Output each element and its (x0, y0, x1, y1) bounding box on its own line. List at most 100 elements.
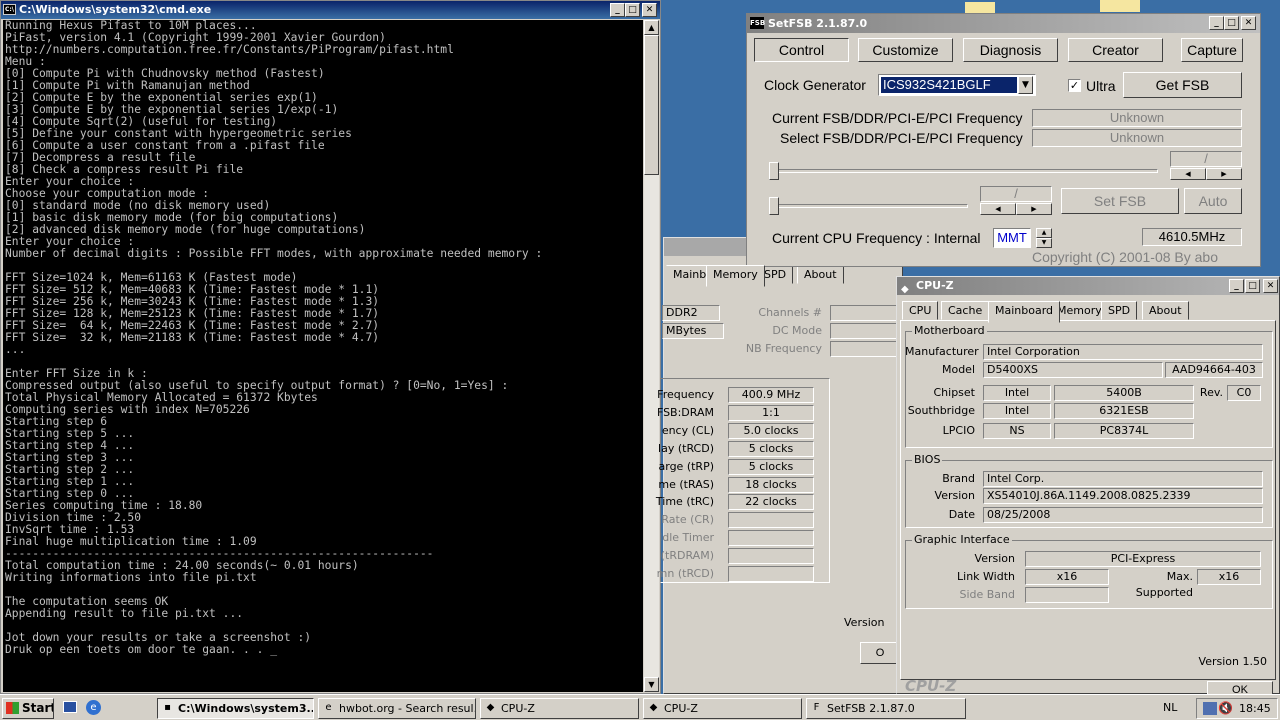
southbridge-vendor-field: Intel (983, 403, 1051, 419)
chipset-field: 5400B (1054, 385, 1194, 401)
set-fsb-button[interactable]: Set FSB (1061, 188, 1179, 214)
tab-about[interactable]: About (1142, 301, 1189, 320)
clock-generator-value: ICS932S421BGLF (881, 77, 1017, 93)
scroll-up-icon[interactable]: ▲ (644, 20, 659, 35)
tab-cache[interactable]: Cache (941, 301, 990, 320)
tab-cpu[interactable]: CPU (902, 301, 939, 320)
chevron-down-icon[interactable]: ▼ (1018, 76, 1033, 94)
cpu-frequency-label: Current CPU Frequency : Internal (772, 230, 981, 246)
fsb-increase-button[interactable]: ▶ (1206, 168, 1242, 180)
timing-value-field (728, 548, 814, 565)
timing-value-field: 18 clocks (728, 476, 814, 493)
mmt-field[interactable]: MMT (993, 228, 1031, 248)
cmd-icon: C:\ (3, 4, 16, 15)
cpuz-window[interactable]: ◆ CPU-Z _ □ ✕ CPU Cache Mainboard Memory… (896, 276, 1280, 699)
model-field: D5400XS (983, 362, 1163, 378)
pci-slider-track[interactable] (773, 204, 968, 208)
taskbar-button-label: hwbot.org - Search resul... (339, 702, 476, 715)
clock-text[interactable]: 18:45 (1239, 701, 1271, 717)
taskbar-button[interactable]: F SetFSB 2.1.87.0 (806, 698, 966, 719)
clock-generator-select[interactable]: ICS932S421BGLF ▼ (878, 74, 1036, 96)
channels-label: Channels # (758, 306, 822, 319)
start-button[interactable]: Start (2, 698, 54, 719)
taskbar: Start e ▪ C:\Windows\system3... e hwbot.org… (0, 694, 1280, 720)
memory-type-field: DDR2 (662, 305, 720, 321)
taskbar-button[interactable]: ◆ CPU-Z (480, 698, 639, 719)
cpuz-title-bar[interactable]: ◆ CPU-Z _ □ ✕ (897, 277, 1279, 295)
close-button[interactable]: ✕ (642, 3, 657, 17)
minimize-button[interactable]: _ (1209, 16, 1224, 30)
cmd-window[interactable]: C:\ C:\Windows\system32\cmd.exe _ □ ✕ Ru… (0, 0, 661, 694)
minimize-button[interactable]: _ (1229, 279, 1244, 293)
graphic-version-label: Version (974, 552, 1015, 565)
browser-quicklaunch-icon[interactable]: e (86, 700, 101, 715)
scroll-thumb[interactable] (644, 35, 659, 175)
timing-label: mn (tRCD) (656, 567, 714, 580)
ultra-label: Ultra (1086, 78, 1116, 94)
maximize-button[interactable]: □ (1224, 16, 1239, 30)
tab-diagnosis[interactable]: Diagnosis (963, 38, 1058, 62)
browser-icon: e (325, 702, 332, 713)
select-frequency-label: Select FSB/DDR/PCI-E/PCI Frequency (780, 130, 1023, 146)
system-tray: 🔇 18:45 (1196, 698, 1278, 719)
show-desktop-icon[interactable] (63, 701, 77, 713)
mmt-down-button[interactable]: ▼ (1036, 238, 1052, 248)
get-fsb-button[interactable]: Get FSB (1123, 72, 1242, 98)
pci-slider-thumb[interactable] (769, 197, 779, 215)
network-icon[interactable] (1203, 702, 1217, 715)
southbridge-label: Southbridge (907, 404, 975, 417)
minimize-button[interactable]: _ (610, 3, 625, 17)
ultra-checkbox[interactable]: ✓ (1068, 79, 1081, 92)
copyright-text: Copyright (C) 2001-08 By abo (1032, 249, 1218, 265)
taskbar-button[interactable]: ◆ CPU-Z (643, 698, 802, 719)
desktop-background-shape (1100, 0, 1140, 12)
timing-label: Rate (CR) (661, 513, 714, 527)
link-width-label: Link Width (957, 570, 1015, 583)
scroll-down-icon[interactable]: ▼ (644, 677, 659, 692)
fsb-slider-thumb[interactable] (769, 162, 779, 180)
cpuz-icon: ◆ (901, 284, 909, 295)
auto-button[interactable]: Auto (1184, 188, 1242, 214)
tab-about[interactable]: About (797, 265, 844, 284)
taskbar-button-label: CPU-Z (501, 702, 535, 715)
tab-control[interactable]: Control (754, 38, 849, 62)
fsb-decrease-button[interactable]: ◀ (1170, 168, 1206, 180)
tab-capture[interactable]: Capture (1181, 38, 1243, 62)
tab-memory[interactable]: Memory (706, 265, 765, 287)
tab-customize[interactable]: Customize (858, 38, 953, 62)
taskbar-button-label: SetFSB 2.1.87.0 (827, 702, 915, 715)
maximize-button[interactable]: □ (625, 3, 640, 17)
bios-date-label: Date (948, 508, 975, 521)
maximize-button[interactable]: □ (1245, 279, 1260, 293)
close-button[interactable]: ✕ (1263, 279, 1278, 293)
setfsb-title: SetFSB 2.1.87.0 (768, 17, 868, 30)
pci-increase-button[interactable]: ▶ (1016, 203, 1052, 215)
tab-mainboard[interactable]: Mainboard (988, 301, 1061, 323)
tab-spd[interactable]: SPD (1101, 301, 1138, 320)
console-output[interactable]: Running Hexus Pifast to 10M places... PiF… (3, 20, 643, 692)
ok-button[interactable]: O (860, 642, 900, 664)
taskbar-button[interactable]: ▪ C:\Windows\system3... (157, 698, 314, 719)
pci-display-field: / (980, 186, 1052, 202)
volume-icon[interactable]: 🔇 (1218, 701, 1233, 715)
cmd-scrollbar[interactable]: ▲ ▼ (644, 20, 659, 692)
console-line: Druk op een toets om door te gaan. . . _ (5, 643, 278, 656)
current-frequency-field: Unknown (1032, 109, 1242, 127)
cpuz-memory-window[interactable]: Mainboard Memory SPD About DDR2 MBytes C… (656, 237, 903, 694)
setfsb-title-bar[interactable]: FSB SetFSB 2.1.87.0 _ □ ✕ (747, 14, 1260, 33)
language-indicator[interactable]: NL (1163, 701, 1177, 714)
chipset-label: Chipset (933, 386, 975, 399)
cmd-title-bar[interactable]: C:\ C:\Windows\system32\cmd.exe _ □ ✕ (1, 1, 660, 19)
current-frequency-label: Current FSB/DDR/PCI-E/PCI Frequency (772, 110, 1023, 126)
mmt-up-button[interactable]: ▲ (1036, 228, 1052, 238)
close-button[interactable]: ✕ (1241, 16, 1256, 30)
tab-creator[interactable]: Creator (1068, 38, 1163, 62)
graphic-version-field: PCI-Express (1025, 551, 1261, 567)
bios-version-field: XS54010J.86A.1149.2008.0825.2339 (983, 488, 1263, 504)
timing-value-field (728, 512, 814, 529)
taskbar-button[interactable]: e hwbot.org - Search resul... (318, 698, 476, 719)
pci-decrease-button[interactable]: ◀ (980, 203, 1016, 215)
revision-label: Rev. (1199, 386, 1223, 399)
setfsb-window[interactable]: FSB SetFSB 2.1.87.0 _ □ ✕ Control Custom… (746, 13, 1261, 267)
fsb-slider-track[interactable] (773, 169, 1158, 173)
